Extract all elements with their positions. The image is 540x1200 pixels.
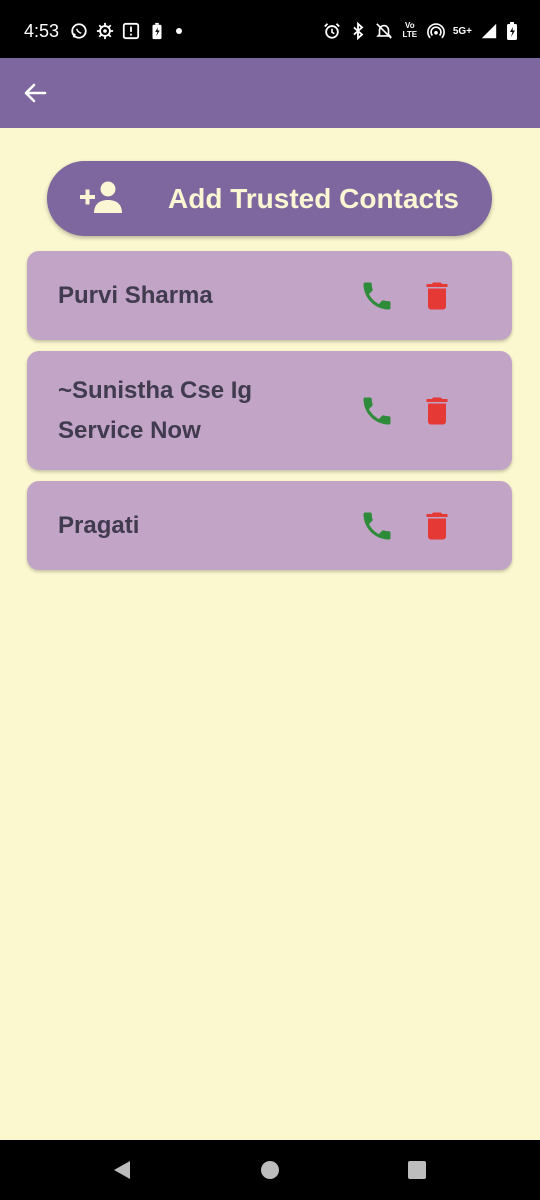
contact-name: Pragati [58,512,140,539]
status-right-icons: Vo LTE 5G+ [323,19,518,43]
phone-icon [363,282,391,310]
contact-name: Purvi Sharma [58,282,213,309]
contact-card: ~Sunistha Cse Ig Service Now [27,351,512,470]
contact-name: ~Sunistha Cse Ig Service Now [58,377,253,444]
battery-icon [506,21,518,41]
trash-icon [426,282,448,310]
status-left-icons [70,19,184,43]
triangle-back-icon [114,1161,130,1179]
bluetooth-icon [349,21,367,41]
status-bar: 4:53 Vo LTE 5G+ [0,0,540,58]
signal-icon [480,21,498,41]
circle-home-icon [261,1161,279,1179]
dot-icon [174,21,184,41]
trash-icon [426,512,448,540]
battery-saver-icon [148,21,166,41]
trash-icon [426,397,448,425]
status-time: 4:53 [24,21,60,41]
call-button[interactable] [359,278,395,314]
app-bar [0,58,540,128]
phone-icon [363,512,391,540]
call-button[interactable] [359,508,395,544]
contact-card: Pragati [27,481,512,570]
alarm-icon [323,21,341,41]
delete-button[interactable] [419,393,455,429]
volte-icon: Vo LTE [402,21,418,39]
square-recents-icon [408,1161,426,1179]
add-trusted-contacts-button[interactable]: Add Trusted Contacts [47,161,492,236]
nav-home-button[interactable] [260,1160,280,1180]
network-type-label: 5G+ [452,25,472,37]
whatsapp-icon [70,21,88,41]
person-add-icon [79,178,123,218]
arrow-back-icon [24,83,47,103]
hotspot-icon [426,21,445,41]
notification-box-icon [122,21,140,41]
phone-icon [363,397,391,425]
back-button[interactable] [18,76,52,110]
do-not-disturb-icon [375,21,393,41]
delete-button[interactable] [419,508,455,544]
call-button[interactable] [359,393,395,429]
settings-gear-icon [96,21,114,41]
contact-card: Purvi Sharma [27,251,512,340]
navigation-bar [0,1140,540,1200]
add-trusted-contacts-label: Add Trusted Contacts [168,183,459,214]
nav-back-button[interactable] [111,1159,133,1181]
nav-recents-button[interactable] [408,1161,426,1179]
delete-button[interactable] [419,278,455,314]
